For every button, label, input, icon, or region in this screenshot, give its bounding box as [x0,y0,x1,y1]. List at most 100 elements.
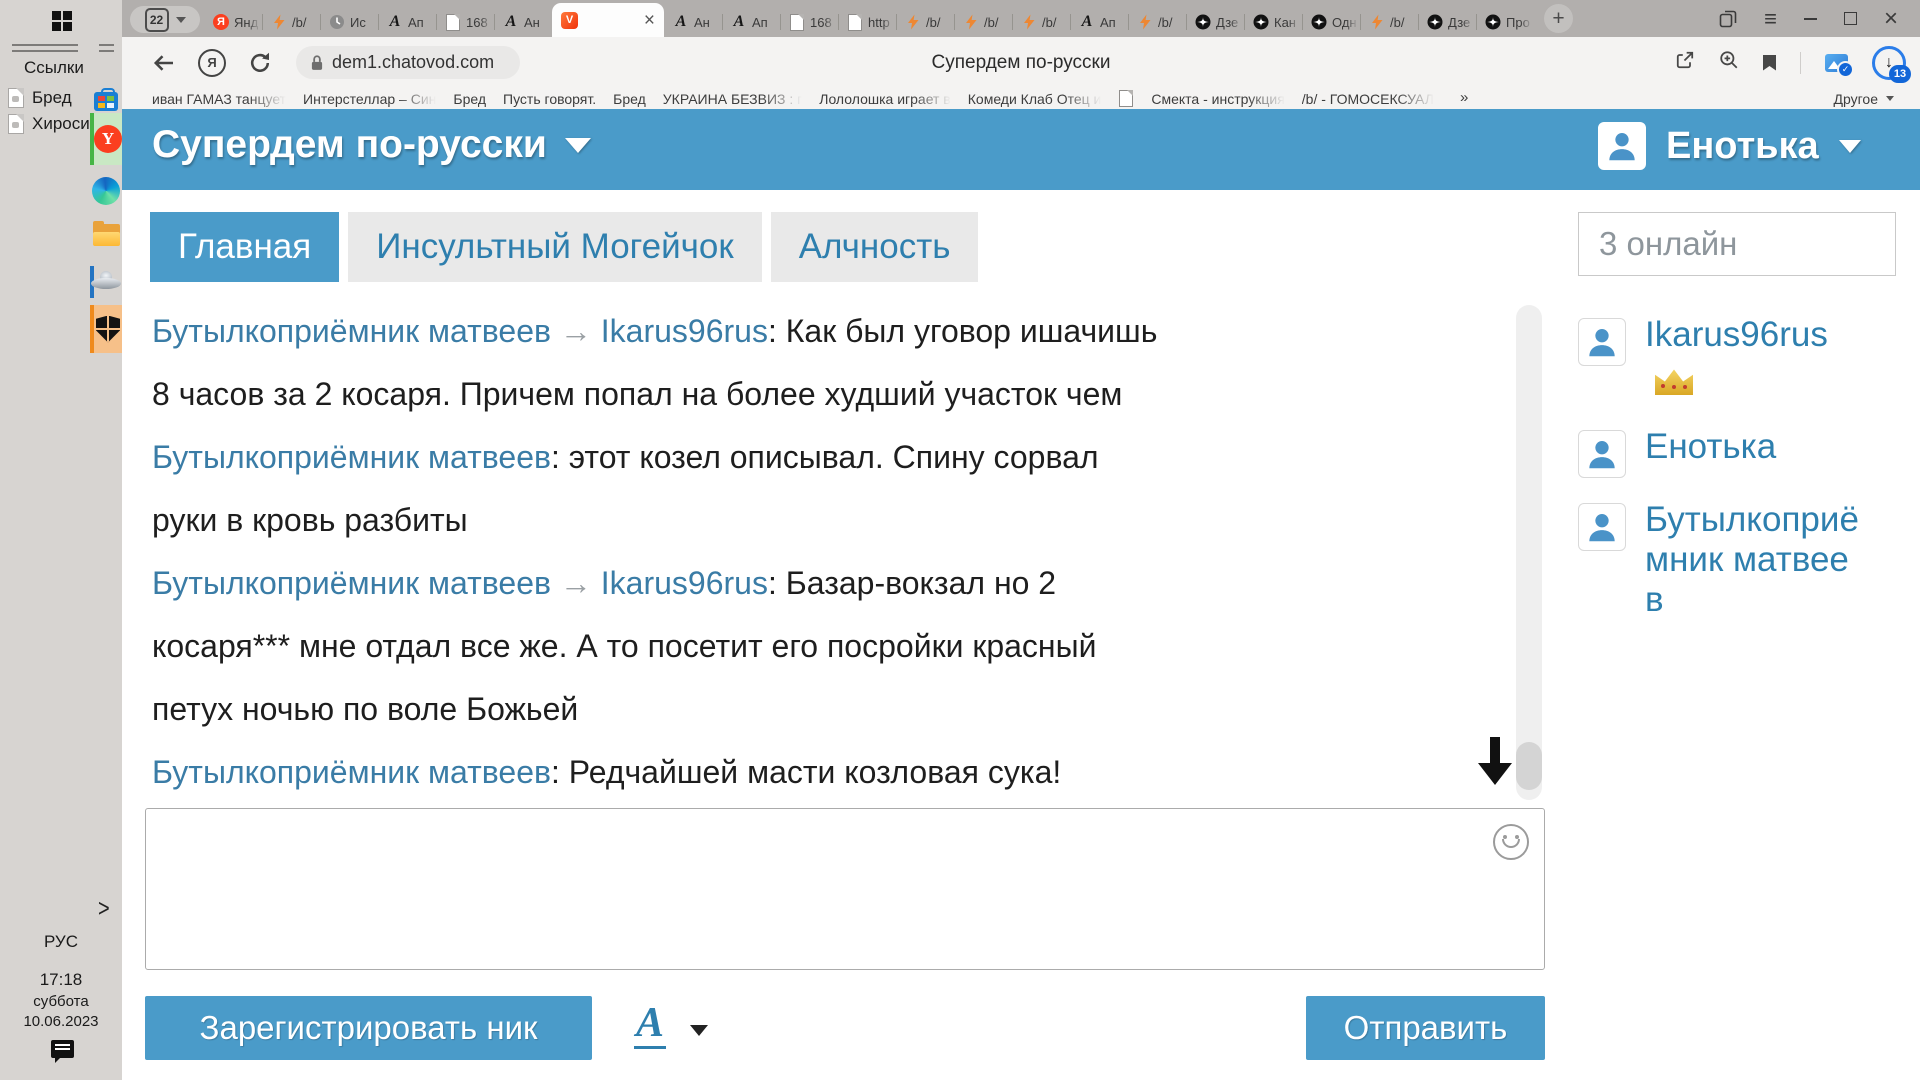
browser-tab[interactable]: Одн [1302,7,1360,37]
minimize-button[interactable] [1804,0,1817,37]
bookmark-item[interactable]: Пусть говорят. [503,91,596,107]
browser-tab[interactable]: AАп [378,7,436,37]
browser-tab[interactable]: Ис [320,7,378,37]
user-row[interactable]: Енотька [1578,430,1908,503]
browser-tab[interactable]: Дзе [1186,7,1244,37]
new-tab-button[interactable]: + [1544,4,1573,33]
browser-tab[interactable]: /b/ [896,7,954,37]
tab-title: Одн [1332,15,1358,30]
user-name[interactable]: Енотька [1645,427,1863,503]
taskbar-app-store[interactable] [90,82,122,116]
bookmark-item[interactable]: Смекта - инструкция [1151,91,1284,107]
browser-tab[interactable]: 168 [436,7,494,37]
taskbar-app-file-explorer[interactable] [90,221,122,249]
bookmark-item[interactable]: Бред [613,91,646,107]
bookmark-item[interactable]: УКРАИНА БЕЗВИЗ : г [663,91,803,107]
current-user-menu[interactable]: Енотька [1598,122,1861,170]
browser-tab[interactable]: AАп [722,7,780,37]
message-author[interactable]: Бутылкоприёмник матвеев [152,754,551,790]
tray-expand-chevron[interactable]: > [98,895,110,924]
tab-close-icon[interactable]: × [644,11,655,30]
browser-tab[interactable]: AАп [1070,7,1128,37]
bookmark-item[interactable]: Бесплатный секс вид [1451,91,1452,107]
bookmarks-overflow-chevron[interactable]: » [1460,89,1468,106]
browser-toolbar: Я dem1.chatovod.com Супердем по-русски [122,37,1920,88]
tab-title: 168 [810,15,836,30]
share-icon[interactable] [1675,50,1695,75]
chat-room-title[interactable]: Супердем по-русски [152,123,591,167]
browser-tab[interactable]: http [838,7,896,37]
yandex-home-icon[interactable]: Я [198,37,226,88]
tab-alchnost[interactable]: Алчность [771,212,979,282]
browser-tab[interactable]: Про [1476,7,1534,37]
browser-tab[interactable]: 168 [780,7,838,37]
menu-icon[interactable]: ≡ [1764,0,1777,37]
browser-window: 22 ЯЯнд/b/ИсAАп168AАнV×AАнAАп168http/b//… [122,0,1920,1080]
tab-title: /b/ [1158,15,1184,30]
browser-tab[interactable]: Кан [1244,7,1302,37]
tab-insultny-mogeychok[interactable]: Инсультный Могейчок [348,212,761,282]
user-row[interactable]: Ikarus96rus [1578,318,1908,430]
bookmark-item[interactable] [1118,91,1134,107]
chat-scrollbar [1516,305,1542,800]
bookmark-item[interactable]: /b/ - ГОМОСЕКСУАЛ [1302,91,1434,107]
message-recipient[interactable]: Ikarus96rus [601,565,768,601]
language-indicator[interactable]: РУС [0,932,122,952]
browser-tab[interactable]: ЯЯнд [204,7,262,37]
restore-button[interactable] [1844,0,1857,37]
browser-tab[interactable]: Дзе [1418,7,1476,37]
user-row[interactable]: Бутылкоприёмник матвеев [1578,503,1908,620]
message-author[interactable]: Бутылкоприёмник матвеев [152,565,551,601]
taskbar-app-edge[interactable] [90,176,122,206]
bookmark-item[interactable]: Лололошка играет в [819,91,950,107]
notification-center-icon[interactable] [51,1040,74,1058]
message-input[interactable] [146,809,1544,969]
message-author[interactable]: Бутылкоприёмник матвеев [152,439,551,475]
scrollbar-thumb[interactable] [1516,742,1542,790]
refresh-icon[interactable] [248,37,272,88]
taskbar-app-ufo[interactable] [90,264,122,298]
browser-tab[interactable]: /b/ [954,7,1012,37]
close-button[interactable]: × [1884,0,1898,37]
bookmarks-other-folder[interactable]: Другое [1834,88,1894,109]
links-toolbar-label: Ссылки [24,58,84,78]
tab-strip: 22 ЯЯнд/b/ИсAАп168AАнV×AАнAАп168http/b//… [122,0,1920,37]
bookmark-item[interactable]: Комеди Клаб Отец и [968,91,1102,107]
toolbar-drag-handle[interactable] [12,44,78,52]
user-name[interactable]: Бутылкоприёмник матвеев [1645,500,1863,620]
bookmark-flag-icon[interactable] [1763,55,1776,71]
browser-tab[interactable]: /b/ [262,7,320,37]
register-nick-button[interactable]: Зарегистрировать ник [145,996,592,1060]
browser-tab[interactable]: AАн [494,7,552,37]
font-format-button[interactable]: A [634,1000,666,1049]
tab-counter[interactable]: 22 [130,6,200,33]
tab-panels-icon[interactable] [1719,0,1737,37]
tab-title: Ан [694,15,720,30]
user-name[interactable]: Ikarus96rus [1645,315,1863,430]
collections-icon[interactable]: ✓ [1825,54,1848,72]
bookmark-item[interactable]: Интерстеллар – Син [303,91,436,107]
font-dropdown-caret[interactable] [690,1025,708,1045]
bookmark-item[interactable]: Бред [453,91,486,107]
taskbar-clock[interactable]: 17:18 суббота 10.06.2023 [0,970,122,1030]
toolbar-drag-handle[interactable] [99,44,114,52]
scroll-to-bottom-arrow[interactable] [1478,737,1512,789]
browser-tab-active[interactable]: V× [552,3,664,37]
zoom-icon[interactable] [1719,50,1739,75]
send-button[interactable]: Отправить [1306,996,1545,1060]
browser-tab[interactable]: /b/ [1128,7,1186,37]
smiley-icon[interactable] [1493,824,1529,860]
message-recipient[interactable]: Ikarus96rus [601,313,768,349]
taskbar-app-defender[interactable] [90,305,122,353]
downloads-icon[interactable]: ↓ 13 [1872,46,1906,80]
tab-main[interactable]: Главная [150,212,339,282]
bookmark-item[interactable]: иван ГАМАЗ танцует [152,91,286,107]
browser-tab[interactable]: AАн [664,7,722,37]
message-author[interactable]: Бутылкоприёмник матвеев [152,313,551,349]
taskbar-app-yandex-browser[interactable]: Y [90,113,122,165]
browser-tab[interactable]: /b/ [1012,7,1070,37]
start-button[interactable] [52,11,73,32]
address-bar[interactable]: dem1.chatovod.com [296,46,520,79]
browser-tab[interactable]: /b/ [1360,7,1418,37]
back-icon[interactable] [152,37,176,88]
